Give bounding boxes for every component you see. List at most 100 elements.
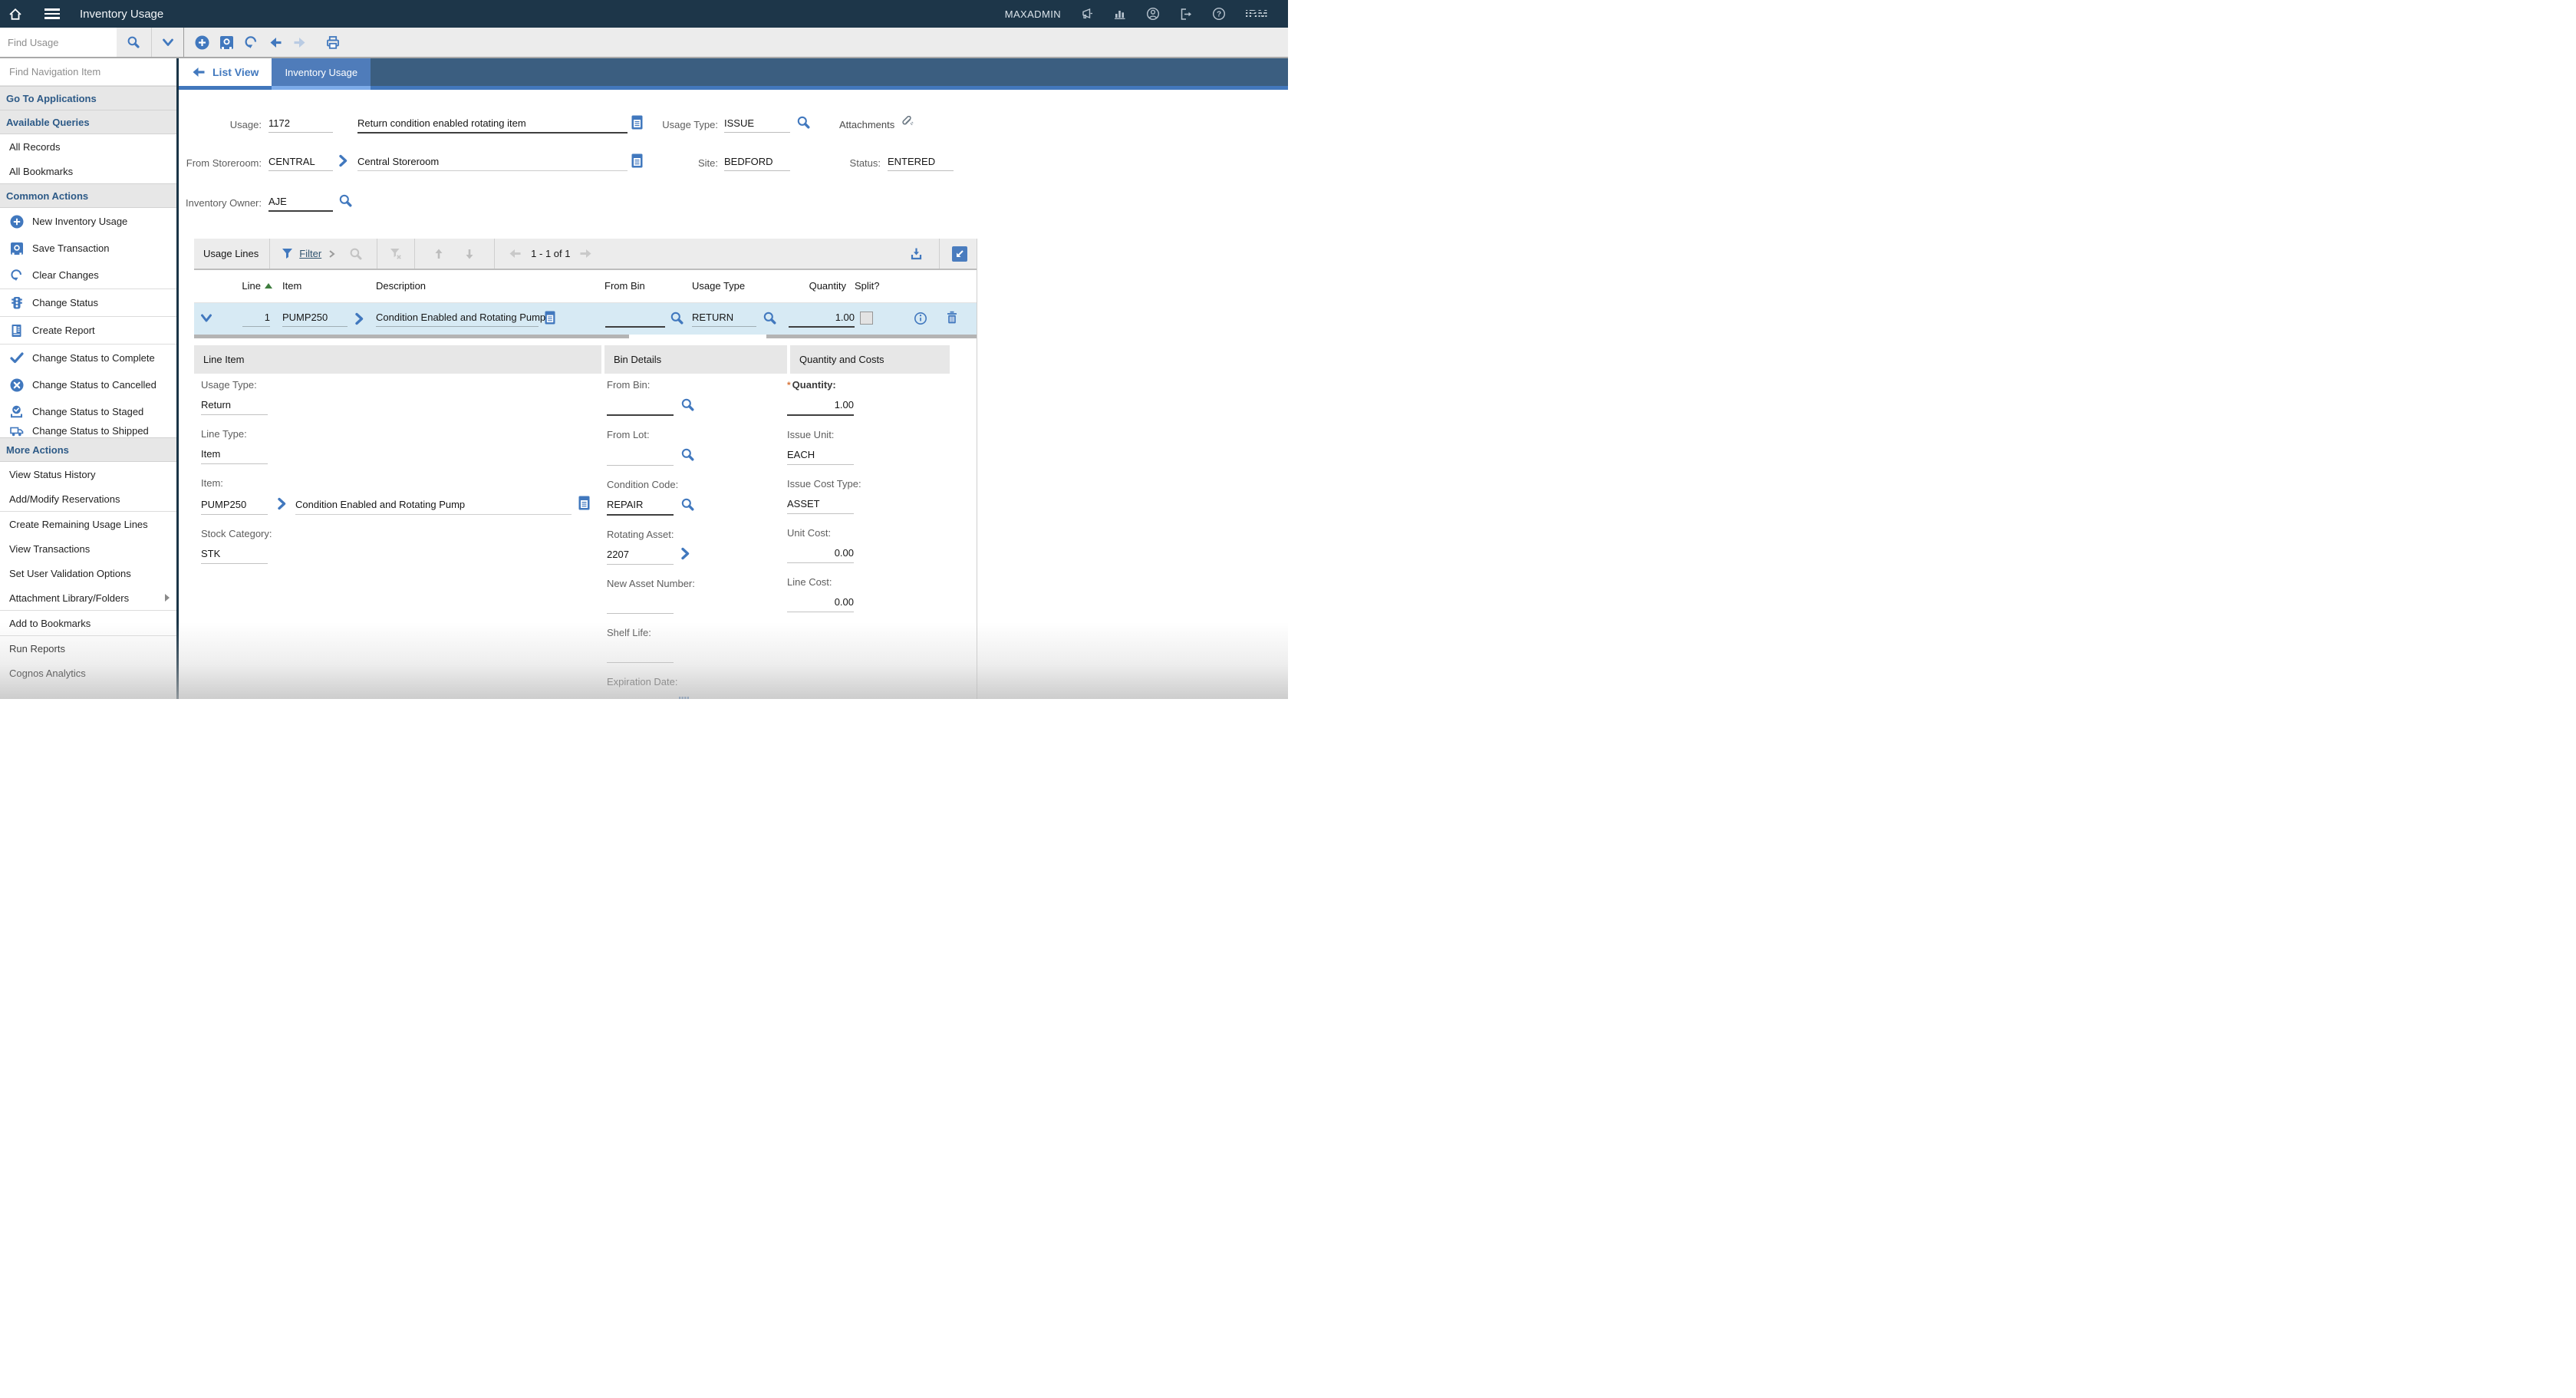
- clear-changes-icon[interactable]: [244, 35, 258, 49]
- sidebar-item-cognos-analytics[interactable]: Cognos Analytics: [0, 661, 176, 685]
- bd-from-bin-look​up-icon[interactable]: [680, 397, 695, 416]
- collapse-table-icon[interactable]: [952, 246, 967, 262]
- print-icon[interactable]: [325, 35, 341, 50]
- find-navigation-input[interactable]: [0, 66, 176, 77]
- row-from-bin-input[interactable]: [605, 309, 665, 328]
- from-storeroom-input[interactable]: CENTRAL: [268, 153, 333, 171]
- column-header-item[interactable]: Item: [282, 280, 301, 292]
- announcements-icon[interactable]: [1080, 8, 1094, 20]
- previous-page-icon[interactable]: [509, 248, 522, 259]
- storeroom-detail-chevron-icon[interactable]: [338, 154, 348, 171]
- inventory-owner-input[interactable]: AJE: [268, 193, 333, 212]
- sidebar-item-add-modify-reservations[interactable]: Add/Modify Reservations: [0, 486, 176, 511]
- profile-icon[interactable]: [1146, 7, 1160, 21]
- sidebar-item-all-records[interactable]: All Records: [0, 134, 176, 159]
- li-usage-type-input[interactable]: Return: [201, 397, 268, 415]
- sidebar-item-create-remaining-usage-lines[interactable]: Create Remaining Usage Lines: [0, 511, 176, 536]
- li-stock-category-input[interactable]: STK: [201, 546, 268, 564]
- row-usage-type-lookup-icon[interactable]: [763, 311, 777, 329]
- sidebar-item-clear-changes[interactable]: Clear Changes: [0, 262, 176, 289]
- save-record-icon[interactable]: [219, 35, 234, 50]
- reports-chart-icon[interactable]: [1113, 8, 1127, 20]
- bd-from-lot-input[interactable]: [607, 448, 674, 466]
- usage-type-input[interactable]: ISSUE: [724, 115, 790, 133]
- sidebar-item-change-status[interactable]: Change Status: [0, 289, 176, 316]
- table-search-icon[interactable]: [349, 247, 363, 261]
- bd-new-asset-number-input[interactable]: [607, 596, 674, 614]
- download-icon[interactable]: [909, 247, 924, 261]
- sidebar-item-save-transaction[interactable]: Save Transaction: [0, 235, 176, 262]
- find-usage-input[interactable]: [0, 36, 117, 48]
- row-from-bin-lookup-icon[interactable]: [670, 311, 684, 329]
- sidebar-item-change-status-shipped[interactable]: Change Status to Shipped: [0, 425, 176, 437]
- li-line-type-input[interactable]: Item: [201, 447, 268, 464]
- column-header-quantity[interactable]: Quantity: [786, 280, 846, 292]
- sidebar-item-all-bookmarks[interactable]: All Bookmarks: [0, 159, 176, 183]
- sidebar-item-attachment-library[interactable]: Attachment Library/Folders: [0, 585, 176, 610]
- qc-issue-cost-type-input[interactable]: ASSET: [787, 496, 854, 514]
- li-item-detail-chevron-icon[interactable]: [277, 497, 287, 514]
- usage-description-input[interactable]: Return condition enabled rotating item: [357, 115, 628, 134]
- usage-type-lookup-icon[interactable]: [796, 115, 811, 134]
- bd-rotating-asset-detail-chevron-icon[interactable]: [680, 547, 690, 564]
- signout-icon[interactable]: [1179, 8, 1193, 21]
- sidebar-item-new-inventory-usage[interactable]: New Inventory Usage: [0, 208, 176, 235]
- move-down-icon[interactable]: [463, 248, 476, 260]
- column-header-usage-type[interactable]: Usage Type: [692, 280, 745, 292]
- bd-shelf-life-input[interactable]: [607, 645, 674, 663]
- bd-condition-code-lookup-icon[interactable]: [680, 497, 695, 516]
- filter-link[interactable]: Filter: [299, 248, 321, 259]
- attachments-paperclip-icon[interactable]: [901, 115, 914, 134]
- bd-from-lot-lookup-icon[interactable]: [680, 447, 695, 466]
- left-scrollbar[interactable]: [194, 335, 629, 338]
- sidebar-item-view-transactions[interactable]: View Transactions: [0, 536, 176, 561]
- row-delete-trash-icon[interactable]: [946, 311, 958, 328]
- bd-expiration-date-calendar-icon[interactable]: [677, 697, 695, 699]
- row-description-cell[interactable]: Condition Enabled and Rotating Pump: [376, 309, 545, 327]
- clear-filter-icon[interactable]: [390, 248, 402, 260]
- next-record-icon[interactable]: [292, 35, 307, 50]
- help-icon[interactable]: ?: [1212, 7, 1226, 21]
- previous-record-icon[interactable]: [268, 35, 283, 50]
- row-item-detail-chevron-icon[interactable]: [354, 312, 364, 329]
- qc-line-cost-input[interactable]: 0.00: [787, 595, 854, 612]
- row-expand-chevron-icon[interactable]: [200, 313, 212, 328]
- move-up-icon[interactable]: [433, 248, 445, 260]
- column-header-from-bin[interactable]: From Bin: [604, 280, 645, 292]
- row-quantity-input[interactable]: 1.00: [789, 309, 855, 328]
- status-input[interactable]: ENTERED: [888, 153, 954, 171]
- row-usage-type-input[interactable]: RETURN: [692, 309, 756, 327]
- chevron-down-icon[interactable]: [162, 37, 174, 48]
- row-line-cell[interactable]: 1: [242, 309, 270, 327]
- usage-line-row[interactable]: 1 PUMP250 Condition Enabled and Rotating…: [194, 303, 977, 335]
- search-icon[interactable]: [127, 35, 140, 49]
- new-record-icon[interactable]: [195, 35, 209, 50]
- sort-ascending-icon[interactable]: [265, 283, 272, 289]
- right-scrollbar[interactable]: [766, 335, 977, 338]
- row-long-description-icon[interactable]: [545, 311, 555, 328]
- bd-from-bin-input[interactable]: [607, 397, 674, 416]
- sidebar-item-change-status-staged[interactable]: Change Status to Staged: [0, 398, 176, 425]
- usage-input[interactable]: 1172: [268, 115, 333, 133]
- row-info-icon[interactable]: [914, 312, 927, 329]
- filter-icon[interactable]: [282, 248, 293, 259]
- column-header-split[interactable]: Split?: [855, 280, 880, 292]
- qc-unit-cost-input[interactable]: 0.00: [787, 546, 854, 563]
- sidebar-item-create-report[interactable]: Create Report: [0, 316, 176, 344]
- row-split-checkbox[interactable]: [860, 312, 873, 325]
- next-page-icon[interactable]: [579, 248, 592, 259]
- storeroom-description-input[interactable]: Central Storeroom: [357, 153, 628, 171]
- sidebar-item-view-status-history[interactable]: View Status History: [0, 462, 176, 486]
- sidebar-item-set-user-validation-options[interactable]: Set User Validation Options: [0, 561, 176, 585]
- column-header-line[interactable]: Line: [217, 280, 261, 292]
- filter-expand-chevron-icon[interactable]: [328, 249, 335, 259]
- tab-inventory-usage[interactable]: Inventory Usage: [272, 58, 371, 90]
- menu-icon[interactable]: [37, 0, 68, 28]
- site-input[interactable]: BEDFORD: [724, 153, 790, 171]
- column-header-description[interactable]: Description: [376, 280, 426, 292]
- li-long-description-icon[interactable]: [578, 496, 590, 514]
- bd-condition-code-input[interactable]: REPAIR: [607, 497, 674, 516]
- sidebar-item-change-status-cancelled[interactable]: Change Status to Cancelled: [0, 371, 176, 398]
- li-item-input[interactable]: PUMP250: [201, 497, 268, 515]
- tab-list-view[interactable]: List View: [179, 58, 272, 90]
